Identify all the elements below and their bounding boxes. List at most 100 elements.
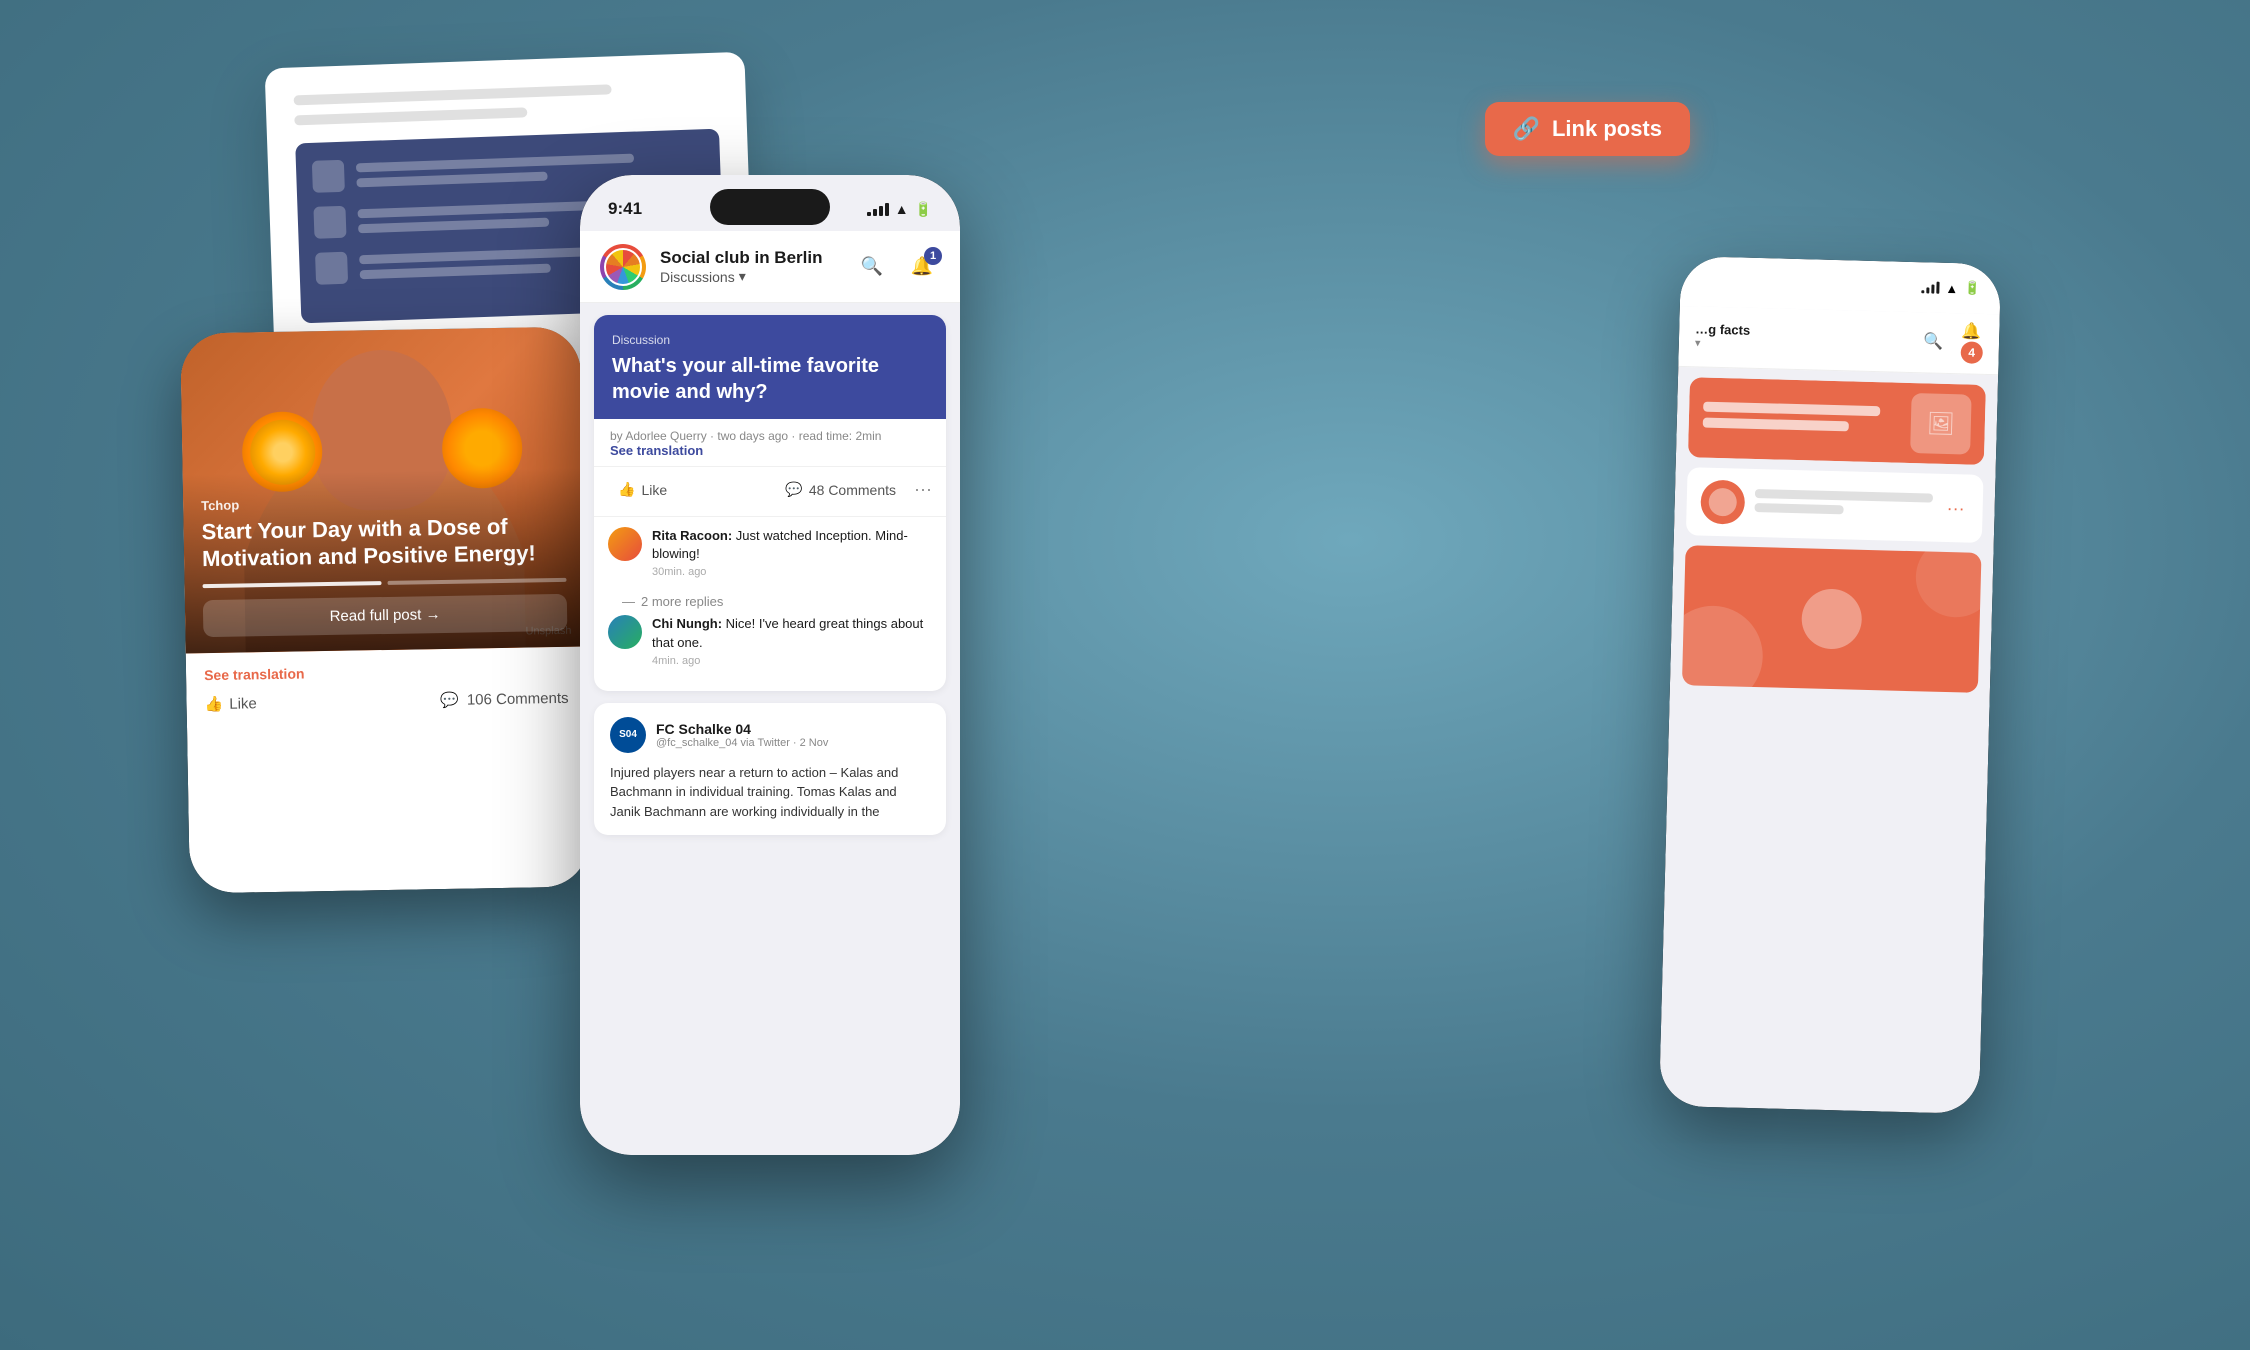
block-line (356, 172, 548, 188)
discussion-header: Discussion What's your all-time favorite… (594, 315, 946, 419)
comments-section: Rita Racoon: Just watched Inception. Min… (594, 516, 946, 691)
link-icon: 🔗 (1513, 116, 1540, 142)
comments-button[interactable]: 💬 48 Comments (775, 475, 906, 504)
center-circle (1801, 588, 1863, 650)
skeleton-line-2 (294, 107, 527, 125)
schalke-info: FC Schalke 04 @fc_schalke_04 via Twitter… (656, 721, 930, 749)
group-sub[interactable]: Discussions ▾ (660, 268, 840, 285)
right-search-icon[interactable]: 🔍 (1923, 331, 1943, 352)
group-info: Social club in Berlin Discussions ▾ (660, 248, 840, 285)
decorative-circle-2 (1915, 545, 1982, 618)
image-icon: 🖼 (1927, 410, 1956, 437)
thumbs-up-icon: 👍 (618, 481, 635, 498)
phone-header: Social club in Berlin Discussions ▾ 🔍 🔔 … (580, 231, 960, 303)
right-card-info (1754, 489, 1933, 522)
block-line (358, 218, 550, 234)
block-square-2 (313, 206, 346, 239)
group-avatar-inner (604, 248, 642, 286)
more-options-button[interactable]: ··· (914, 479, 932, 500)
notification-badge: 1 (924, 247, 942, 265)
right-card-row: ··· (1686, 467, 1984, 543)
search-icon: 🔍 (861, 256, 883, 277)
right-card-1: 🖼 (1688, 377, 1986, 465)
notifications-button[interactable]: 🔔 1 (904, 249, 940, 285)
right-wifi-icon: ▲ (1945, 280, 1958, 295)
article-image: Unsplash Tchop Start Your Day with a Dos… (180, 327, 586, 654)
post-actions: 👍 Like 💬 48 Comments ··· (594, 466, 946, 516)
schalke-post-card: S04 FC Schalke 04 @fc_schalke_04 via Twi… (594, 703, 946, 836)
right-more-options-button[interactable]: ··· (1942, 493, 1969, 523)
dynamic-island (710, 189, 830, 225)
block-square-3 (315, 252, 348, 285)
search-button[interactable]: 🔍 (854, 249, 890, 285)
discussion-post-card: Discussion What's your all-time favorite… (594, 315, 946, 691)
see-translation-link[interactable]: See translation (610, 443, 703, 458)
status-time: 9:41 (608, 199, 642, 219)
battery-icon: 🔋 (915, 201, 932, 218)
like-label: Like (641, 482, 667, 498)
right-card-text-lines (1703, 402, 1912, 439)
right-bell-icon: 🔔 (1961, 323, 1981, 341)
more-replies-dash: — (622, 594, 635, 609)
article-title: Start Your Day with a Dose of Motivation… (201, 513, 566, 572)
post-meta: by Adorlee Querry · two days ago · read … (594, 419, 946, 466)
article-bottom: See translation 👍 Like 💬 106 Comments (186, 647, 587, 728)
header-actions: 🔍 🔔 1 (854, 249, 940, 285)
phone-right: ▲ 🔋 …g facts ▾ 🔍 🔔 4 (1659, 256, 2001, 1114)
comment-bubble-2: Chi Nungh: Nice! I've heard great things… (652, 615, 932, 666)
comment-icon: 💬 (785, 481, 802, 498)
right-status-bar: ▲ 🔋 (1680, 256, 2001, 314)
article-actions: 👍 Like 💬 106 Comments (204, 689, 568, 713)
decorative-circle-1 (1682, 605, 1764, 693)
like-label: Like (229, 695, 257, 712)
read-full-button[interactable]: Read full post → (203, 594, 568, 637)
right-card-thumbnail: 🖼 (1910, 393, 1972, 455)
right-header: …g facts ▾ 🔍 🔔 4 (1678, 306, 1999, 375)
link-posts-badge[interactable]: 🔗 Link posts (1485, 102, 1690, 156)
like-button[interactable]: 👍 Like (608, 475, 677, 504)
comment-bubble-1: Rita Racoon: Just watched Inception. Min… (652, 527, 932, 578)
comment-time-2: 4min. ago (652, 655, 932, 667)
block-line (356, 154, 635, 173)
comment-text-1: Rita Racoon: Just watched Inception. Min… (652, 527, 932, 563)
chevron-down-icon: ▾ (739, 268, 746, 285)
discussion-title: What's your all-time favorite movie and … (612, 353, 928, 405)
thumbs-up-icon: 👍 (204, 695, 223, 713)
comments-count-label: 48 Comments (809, 482, 896, 498)
comment-text-2: Chi Nungh: Nice! I've heard great things… (652, 615, 932, 651)
see-translation-link-bottom[interactable]: See translation (204, 661, 568, 683)
comment-avatar-1 (608, 527, 642, 561)
comment-author-2: Chi Nungh: (652, 616, 726, 631)
more-replies[interactable]: — 2 more replies (608, 588, 932, 615)
group-name: Social club in Berlin (660, 248, 840, 268)
schalke-meta: @fc_schalke_04 via Twitter · 2 Nov (656, 737, 930, 749)
group-avatar (600, 244, 646, 290)
like-button[interactable]: 👍 Like (204, 694, 257, 713)
right-card-avatar (1700, 480, 1745, 525)
status-icons: ▲ 🔋 (867, 201, 932, 218)
signal-icon (867, 202, 889, 216)
phone-content: Discussion What's your all-time favorite… (580, 303, 960, 1155)
phone-left: Unsplash Tchop Start Your Day with a Dos… (180, 327, 590, 894)
comments-count: 106 Comments (467, 689, 569, 708)
schalke-logo: S04 (610, 717, 646, 753)
schalke-name: FC Schalke 04 (656, 721, 930, 737)
discussion-tag: Discussion (612, 333, 928, 347)
wifi-icon: ▲ (895, 201, 909, 217)
comment-author-1: Rita Racoon: (652, 528, 736, 543)
right-signal-icon (1921, 281, 1939, 293)
progress-bars (203, 578, 567, 588)
block-square-1 (312, 160, 345, 193)
right-battery-icon: 🔋 (1964, 280, 1981, 296)
block-line (360, 264, 552, 280)
right-orange-bar: 🖼 (1688, 377, 1986, 465)
comment-item-1: Rita Racoon: Just watched Inception. Min… (608, 527, 932, 578)
right-card-2: ··· (1686, 467, 1984, 543)
more-replies-label: 2 more replies (641, 594, 723, 609)
comment-avatar-2 (608, 615, 642, 649)
comments-button[interactable]: 💬 106 Comments (440, 689, 569, 709)
skeleton-line-1 (294, 84, 612, 105)
phone-main: 9:41 ▲ 🔋 Social c (580, 175, 960, 1155)
schalke-text: Injured players near a return to action … (610, 763, 930, 822)
right-notif-btn[interactable]: 🔔 4 (1960, 321, 1983, 364)
